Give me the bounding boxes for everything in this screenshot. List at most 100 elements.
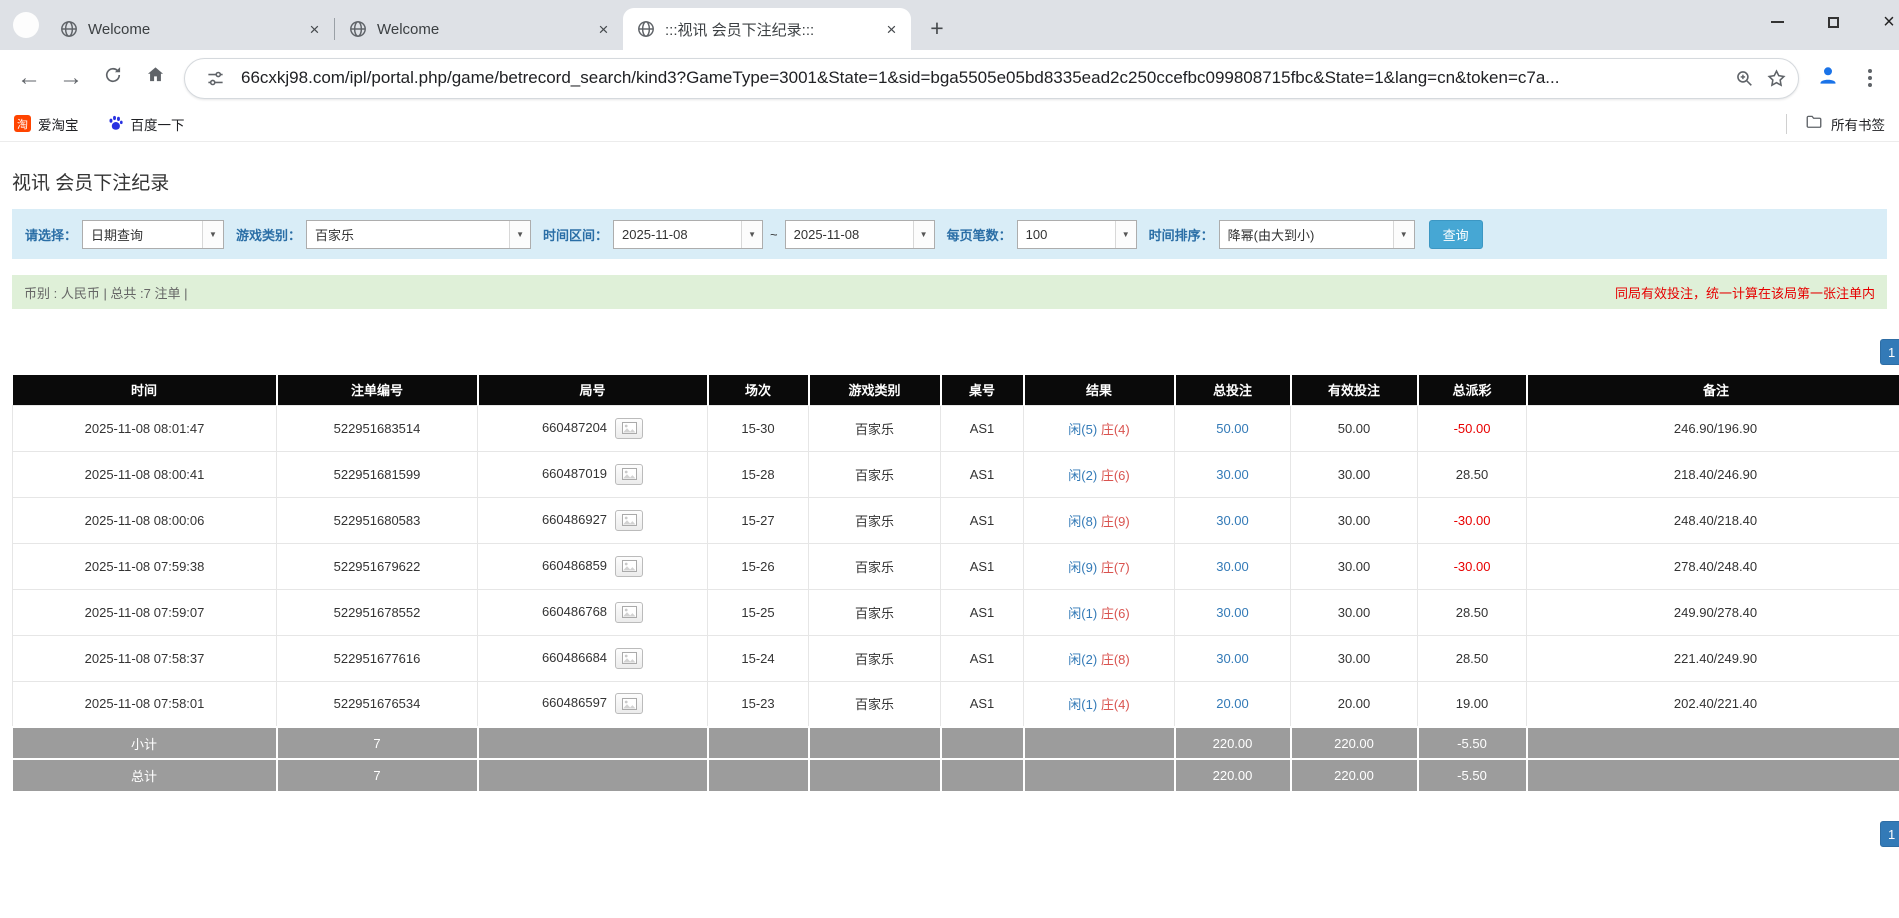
query-type-value: 日期查询: [83, 221, 202, 248]
table-no-cell: AS1: [941, 451, 1024, 497]
round-detail-button[interactable]: [615, 418, 643, 439]
table-header-row: 时间 注单编号 局号 场次 游戏类别 桌号 结果 总投注 有效投注 总派彩 备注: [13, 375, 1899, 405]
table-row: 2025-11-08 07:59:07522951678552660486768…: [13, 589, 1899, 635]
sort-select[interactable]: 降幂(由大到小) ▼: [1219, 220, 1415, 249]
back-icon: ←: [17, 64, 41, 92]
tabs-container: Welcome × Welcome × :::视讯 会员下注纪录::: × +: [46, 0, 953, 50]
chevron-down-icon: ▼: [741, 221, 762, 248]
forward-icon: →: [59, 64, 83, 92]
col-header-table-no: 桌号: [941, 375, 1024, 405]
subtotal-count: 7: [277, 727, 478, 759]
bookmark-taobao[interactable]: 淘 爱淘宝: [14, 114, 79, 134]
round-detail-button[interactable]: [615, 648, 643, 669]
maximize-button[interactable]: [1805, 0, 1861, 44]
summary-notice-text: 同局有效投注，统一计算在该局第一张注单内: [1615, 283, 1875, 302]
round-detail-button[interactable]: [615, 693, 643, 714]
valid-bet-cell: 30.00: [1291, 451, 1418, 497]
round-detail-button[interactable]: [615, 464, 643, 485]
result-banker: 庄(8): [1101, 652, 1130, 667]
home-button[interactable]: [134, 57, 176, 99]
total-bet-link[interactable]: 50.00: [1216, 421, 1249, 436]
result-cell: 闲(8) 庄(9): [1024, 497, 1175, 543]
empty-cell: [809, 759, 941, 791]
total-bet-link[interactable]: 20.00: [1216, 696, 1249, 711]
summary-bar: 币别 : 人民币 | 总共 :7 注单 | 同局有效投注，统一计算在该局第一张注…: [12, 275, 1887, 309]
total-bet-link[interactable]: 30.00: [1216, 559, 1249, 574]
bookmark-star-icon[interactable]: [1760, 62, 1792, 94]
payout-cell: 28.50: [1418, 635, 1527, 681]
round-replay-icon: [622, 560, 637, 572]
taobao-icon: 淘: [14, 115, 31, 132]
tab-close-icon[interactable]: ×: [592, 18, 615, 41]
page-content: 视讯 会员下注纪录 请选择： 日期查询 ▼ 游戏类别： 百家乐 ▼ 时间区间： …: [0, 142, 1899, 918]
payout-cell: -30.00: [1418, 543, 1527, 589]
table-no-cell: AS1: [941, 635, 1024, 681]
maximize-icon: [1828, 17, 1839, 28]
game-type-cell: 百家乐: [809, 543, 941, 589]
total-bet-link[interactable]: 30.00: [1216, 651, 1249, 666]
game-type-cell: 百家乐: [809, 405, 941, 451]
url-text[interactable]: 66cxkj98.com/ipl/portal.php/game/betreco…: [241, 68, 1728, 88]
total-bet-link[interactable]: 30.00: [1216, 605, 1249, 620]
table-row: 2025-11-08 07:58:37522951677616660486684…: [13, 635, 1899, 681]
tab-bet-record[interactable]: :::视讯 会员下注纪录::: ×: [623, 8, 911, 50]
date-from-select[interactable]: 2025-11-08 ▼: [613, 220, 763, 249]
round-cell: 660486684: [478, 635, 708, 681]
search-button[interactable]: 查询: [1429, 220, 1483, 249]
bookmark-baidu[interactable]: 百度一下: [107, 114, 185, 134]
tab-title: Welcome: [377, 21, 582, 38]
chevron-down-icon: ▼: [913, 221, 934, 248]
round-cell: 660487019: [478, 451, 708, 497]
browser-menu-button[interactable]: [1849, 57, 1891, 99]
game-type-select[interactable]: 百家乐 ▼: [306, 220, 531, 249]
date-to-select[interactable]: 2025-11-08 ▼: [785, 220, 935, 249]
round-detail-button[interactable]: [615, 602, 643, 623]
table-no-cell: AS1: [941, 681, 1024, 727]
empty-cell: [1527, 759, 1899, 791]
refresh-button[interactable]: [92, 57, 134, 99]
tab-welcome-1[interactable]: Welcome ×: [46, 8, 334, 50]
round-number: 660486684: [542, 649, 607, 664]
round-number: 660486768: [542, 603, 607, 618]
profile-button[interactable]: [1807, 57, 1849, 99]
site-settings-icon[interactable]: [199, 62, 231, 94]
home-icon: [145, 64, 166, 92]
page-1-button[interactable]: 1: [1880, 821, 1899, 847]
round-detail-button[interactable]: [615, 510, 643, 531]
game-type-cell: 百家乐: [809, 497, 941, 543]
url-bar[interactable]: 66cxkj98.com/ipl/portal.php/game/betreco…: [184, 58, 1799, 99]
result-cell: 闲(2) 庄(8): [1024, 635, 1175, 681]
game-type-label: 游戏类别：: [236, 225, 301, 244]
col-header-game-type: 游戏类别: [809, 375, 941, 405]
tab-close-icon[interactable]: ×: [880, 18, 903, 41]
back-button[interactable]: ←: [8, 57, 50, 99]
page-size-select[interactable]: 100 ▼: [1017, 220, 1137, 249]
bet-no-cell: 522951680583: [277, 497, 478, 543]
page-1-button[interactable]: 1: [1880, 339, 1899, 365]
close-window-button[interactable]: ×: [1861, 0, 1899, 44]
total-bet-cell: 30.00: [1175, 497, 1291, 543]
game-type-value: 百家乐: [307, 221, 509, 248]
pagination-bottom: 1: [0, 821, 1899, 847]
round-cell: 660486597: [478, 681, 708, 727]
all-bookmarks[interactable]: 所有书签: [1786, 113, 1885, 134]
round-detail-button[interactable]: [615, 556, 643, 577]
tab-search-button[interactable]: [13, 12, 39, 38]
table-row: 2025-11-08 07:59:38522951679622660486859…: [13, 543, 1899, 589]
empty-cell: [478, 727, 708, 759]
tab-welcome-2[interactable]: Welcome ×: [335, 8, 623, 50]
tab-close-icon[interactable]: ×: [303, 18, 326, 41]
zoom-icon[interactable]: [1728, 62, 1760, 94]
time-cell: 2025-11-08 08:01:47: [13, 405, 277, 451]
total-bet-link[interactable]: 30.00: [1216, 513, 1249, 528]
total-bet-link[interactable]: 30.00: [1216, 467, 1249, 482]
table-row: 2025-11-08 08:00:41522951681599660487019…: [13, 451, 1899, 497]
round-number: 660486859: [542, 557, 607, 572]
bet-no-cell: 522951678552: [277, 589, 478, 635]
chevron-down-icon: ▼: [1115, 221, 1136, 248]
forward-button[interactable]: →: [50, 57, 92, 99]
round-replay-icon: [622, 514, 637, 526]
minimize-button[interactable]: [1749, 0, 1805, 44]
new-tab-button[interactable]: +: [921, 12, 953, 44]
query-type-select[interactable]: 日期查询 ▼: [82, 220, 224, 249]
